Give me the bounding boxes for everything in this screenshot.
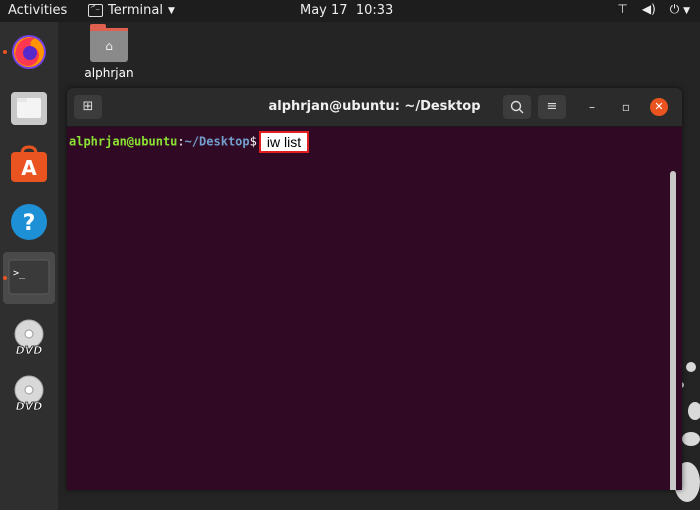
dvd-label: DVD	[16, 400, 43, 413]
dock: A ? >_ DVD DVD	[0, 22, 58, 510]
software-icon[interactable]: A	[9, 144, 49, 184]
volume-icon: ◀)	[641, 2, 656, 16]
clock[interactable]: May 17 10:33	[300, 3, 393, 18]
scrollbar[interactable]	[670, 171, 676, 490]
hamburger-icon: ≡	[546, 99, 558, 114]
network-icon: ⊤	[617, 2, 628, 16]
svg-text:>_: >_	[13, 268, 26, 279]
prompt-line: alphrjan@ubuntu:~/Desktop$ iw list	[69, 131, 310, 153]
minimize-button[interactable]: –	[583, 98, 601, 116]
wallpaper-splatter	[682, 432, 700, 446]
dvd-label: DVD	[16, 344, 43, 357]
menu-button[interactable]: ≡	[538, 95, 566, 119]
app-menu-label: Terminal	[108, 3, 163, 18]
running-indicator	[3, 276, 7, 280]
caret-down-icon: ▼	[167, 5, 175, 16]
terminal-window[interactable]: ⊞ alphrjan@ubuntu: ~/Desktop ≡ – ▫ ✕ alp…	[67, 88, 682, 490]
running-indicator	[3, 50, 7, 54]
wallpaper-splatter	[688, 402, 700, 420]
files-icon[interactable]	[9, 88, 49, 128]
folder-icon: ⌂	[90, 24, 128, 62]
prompt-path: ~/Desktop	[184, 134, 250, 149]
terminal-dock-item[interactable]: >_	[3, 252, 55, 304]
system-tray[interactable]: ⊤ ◀) ⏻ ▼	[617, 2, 690, 17]
close-button[interactable]: ✕	[650, 98, 668, 116]
maximize-button[interactable]: ▫	[617, 98, 635, 116]
power-icon: ⏻ ▼	[669, 2, 690, 16]
terminal-titlebar[interactable]: ⊞ alphrjan@ubuntu: ~/Desktop ≡ – ▫ ✕	[67, 88, 682, 127]
search-icon	[510, 100, 524, 114]
dvd-icon[interactable]: DVD	[9, 374, 49, 414]
activities-button[interactable]: Activities	[8, 3, 67, 18]
home-icon: ⌂	[105, 39, 113, 53]
clock-time: 10:33	[355, 3, 394, 18]
help-icon[interactable]: ?	[9, 202, 49, 242]
search-button[interactable]	[503, 95, 531, 119]
desktop-home-folder-label: alphrjan	[84, 66, 134, 80]
prompt-separator: :	[177, 134, 185, 149]
top-bar: Activities Terminal ▼ May 17 10:33 ⊤ ◀) …	[0, 0, 700, 22]
wallpaper-splatter	[686, 362, 696, 372]
dvd-icon[interactable]: DVD	[9, 318, 49, 358]
prompt-user: alphrjan@ubuntu	[69, 134, 178, 149]
terminal-app-icon	[88, 2, 103, 17]
svg-text:?: ?	[23, 211, 36, 236]
app-menu[interactable]: Terminal ▼	[88, 2, 175, 18]
svg-text:A: A	[21, 156, 37, 180]
desktop-home-folder[interactable]: ⌂ alphrjan	[78, 24, 140, 80]
terminal-content[interactable]: alphrjan@ubuntu:~/Desktop$ iw list	[67, 127, 682, 490]
command-input[interactable]: iw list	[258, 131, 310, 153]
firefox-icon[interactable]	[9, 32, 49, 72]
clock-date: May 17	[300, 3, 348, 18]
prompt-symbol: $	[249, 134, 257, 149]
